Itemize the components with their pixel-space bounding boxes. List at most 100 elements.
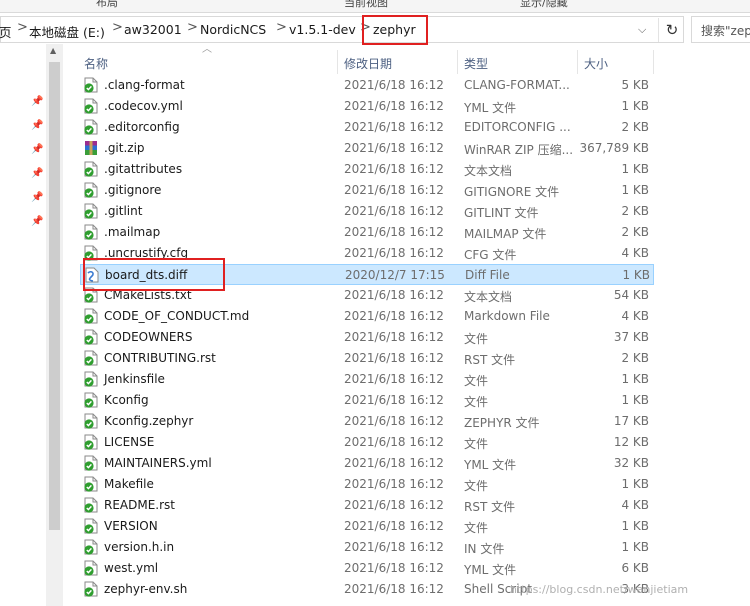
file-row[interactable]: west.yml 2021/6/18 16:12 YML 文件 6 KB: [80, 558, 654, 579]
breadcrumb-aw32001[interactable]: aw32001: [124, 22, 182, 37]
file-type: 文本文档: [464, 164, 513, 178]
pin-icon[interactable]: 📌: [31, 216, 43, 227]
file-name: .editorconfig: [104, 120, 180, 134]
file-type: GITLINT 文件: [464, 206, 539, 220]
checked-file-icon: [84, 98, 98, 114]
pin-icon[interactable]: 📌: [31, 144, 43, 155]
column-date[interactable]: 修改日期: [344, 55, 392, 72]
file-name: .clang-format: [104, 78, 185, 92]
checked-file-icon: [84, 77, 98, 93]
file-row[interactable]: .gitignore 2021/6/18 16:12 GITIGNORE 文件 1 K…: [80, 180, 654, 201]
file-size: 12 KB: [613, 435, 649, 449]
file-row[interactable]: CODE_OF_CONDUCT.md 2021/6/18 16:12 Markdow…: [80, 306, 654, 327]
file-date: 2021/6/18 16:12: [344, 519, 444, 533]
ribbon-show-hide[interactable]: 显示/隐藏: [520, 0, 568, 10]
file-name: CODE_OF_CONDUCT.md: [104, 309, 250, 323]
file-row[interactable]: .gitlint 2021/6/18 16:12 GITLINT 文件 2 KB: [80, 201, 654, 222]
file-date: 2021/6/18 16:12: [344, 309, 444, 323]
file-date: 2020/12/7 17:15: [345, 268, 445, 282]
file-row[interactable]: version.h.in 2021/6/18 16:12 IN 文件 1 KB: [80, 537, 654, 558]
breadcrumb-drive[interactable]: 本地磁盘 (E:): [29, 22, 105, 41]
file-row[interactable]: README.rst 2021/6/18 16:12 RST 文件 4 KB: [80, 495, 654, 516]
file-row[interactable]: Makefile 2021/6/18 16:12 文件 1 KB: [80, 474, 654, 495]
file-row[interactable]: LICENSE 2021/6/18 16:12 文件 12 KB: [80, 432, 654, 453]
file-date: 2021/6/18 16:12: [344, 78, 444, 92]
file-type: GITIGNORE 文件: [464, 185, 560, 199]
pin-icon[interactable]: 📌: [31, 120, 43, 131]
file-type: Diff File: [465, 268, 510, 282]
file-type: 文件: [464, 332, 489, 346]
breadcrumb-root[interactable]: 页: [0, 22, 12, 41]
column-type[interactable]: 类型: [464, 55, 488, 72]
breadcrumb-nordicncs[interactable]: NordicNCS: [200, 22, 266, 37]
column-divider[interactable]: [337, 50, 338, 74]
checked-file-icon: [84, 434, 98, 450]
file-size: 2 KB: [621, 120, 649, 134]
file-row[interactable]: .editorconfig 2021/6/18 16:12 EDITORCONFIG…: [80, 117, 654, 138]
checked-file-icon: [84, 413, 98, 429]
checked-file-icon: [84, 497, 98, 513]
breadcrumb-separator[interactable]: >: [276, 20, 287, 35]
file-row[interactable]: .gitattributes 2021/6/18 16:12 文本文档 1 KB: [80, 159, 654, 180]
file-date: 2021/6/18 16:12: [344, 393, 444, 407]
file-row[interactable]: Kconfig.zephyr 2021/6/18 16:12 ZEPHYR 文件 17…: [80, 411, 654, 432]
breadcrumb-version[interactable]: v1.5.1-dev: [289, 22, 356, 37]
pin-icon[interactable]: 📌: [31, 192, 43, 203]
file-type: 文件: [464, 479, 489, 493]
scrollbar-thumb[interactable]: [49, 62, 60, 530]
checked-file-icon: [84, 371, 98, 387]
file-name: .codecov.yml: [104, 99, 183, 113]
breadcrumb-separator[interactable]: >: [187, 20, 198, 35]
file-name: .mailmap: [104, 225, 161, 239]
pin-icon[interactable]: 📌: [31, 96, 43, 107]
file-name: Kconfig.zephyr: [104, 414, 194, 428]
file-row[interactable]: MAINTAINERS.yml 2021/6/18 16:12 YML 文件 32 K…: [80, 453, 654, 474]
file-row[interactable]: .clang-format 2021/6/18 16:12 CLANG-FORMAT…: [80, 75, 654, 96]
file-name: VERSION: [104, 519, 158, 533]
breadcrumb-separator[interactable]: >: [17, 20, 28, 35]
ribbon-layout[interactable]: 布局: [96, 0, 118, 10]
column-name[interactable]: 名称: [84, 55, 108, 72]
pin-icon[interactable]: 📌: [31, 168, 43, 179]
file-row[interactable]: CONTRIBUTING.rst 2021/6/18 16:12 RST 文件 2 K…: [80, 348, 654, 369]
file-size: 1 KB: [621, 162, 649, 176]
column-divider[interactable]: [577, 50, 578, 74]
file-size: 367,789 KB: [579, 141, 649, 155]
chevron-down-icon[interactable]: ⌵: [638, 23, 646, 37]
column-divider[interactable]: [653, 50, 654, 74]
scroll-up-icon[interactable]: ▲: [50, 46, 56, 55]
file-date: 2021/6/18 16:12: [344, 435, 444, 449]
file-date: 2021/6/18 16:12: [344, 456, 444, 470]
address-bar[interactable]: 页 > 本地磁盘 (E:) > aw32001 > NordicNCS > v1…: [0, 16, 684, 43]
file-size: 4 KB: [621, 246, 649, 260]
ribbon-strip: 布局 当前视图 显示/隐藏: [0, 0, 750, 13]
checked-file-icon: [84, 119, 98, 135]
file-size: 1 KB: [621, 99, 649, 113]
file-row[interactable]: .codecov.yml 2021/6/18 16:12 YML 文件 1 KB: [80, 96, 654, 117]
file-date: 2021/6/18 16:12: [344, 477, 444, 491]
file-row[interactable]: .mailmap 2021/6/18 16:12 MAILMAP 文件 2 KB: [80, 222, 654, 243]
file-date: 2021/6/18 16:12: [344, 183, 444, 197]
ribbon-current-view[interactable]: 当前视图: [344, 0, 388, 10]
file-date: 2021/6/18 16:12: [344, 288, 444, 302]
file-size: 2 KB: [621, 225, 649, 239]
file-row[interactable]: .git.zip 2021/6/18 16:12 WinRAR ZIP 压缩... 3…: [80, 138, 654, 159]
file-row[interactable]: VERSION 2021/6/18 16:12 文件 1 KB: [80, 516, 654, 537]
file-type: Markdown File: [464, 309, 550, 323]
breadcrumb-separator[interactable]: >: [112, 20, 123, 35]
file-row[interactable]: CODEOWNERS 2021/6/18 16:12 文件 37 KB: [80, 327, 654, 348]
file-date: 2021/6/18 16:12: [344, 99, 444, 113]
file-size: 4 KB: [621, 309, 649, 323]
file-name: zephyr-env.sh: [104, 582, 188, 596]
highlight-box-board-dts: [83, 258, 225, 291]
file-row[interactable]: Kconfig 2021/6/18 16:12 文件 1 KB: [80, 390, 654, 411]
checked-file-icon: [84, 350, 98, 366]
file-date: 2021/6/18 16:12: [344, 225, 444, 239]
refresh-icon[interactable]: ↻: [658, 18, 685, 42]
search-input[interactable]: 搜索"zephyr": [691, 16, 750, 43]
nav-scrollbar[interactable]: ▲: [46, 44, 63, 606]
column-divider[interactable]: [457, 50, 458, 74]
file-row[interactable]: Jenkinsfile 2021/6/18 16:12 文件 1 KB: [80, 369, 654, 390]
file-date: 2021/6/18 16:12: [344, 351, 444, 365]
column-size[interactable]: 大小: [584, 55, 608, 72]
